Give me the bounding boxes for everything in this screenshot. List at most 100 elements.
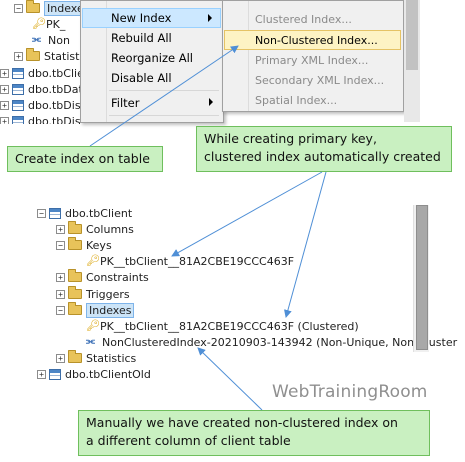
folder-icon — [26, 48, 40, 61]
key-icon: 🔑︎ — [86, 254, 100, 267]
menu-separator — [109, 115, 219, 116]
menu-item-reorganize-all[interactable]: Reorganize All — [83, 48, 221, 68]
expand-icon[interactable]: + — [14, 51, 23, 61]
tree-node-label: Columns — [86, 222, 134, 236]
folder-icon — [68, 286, 82, 299]
tree-node-columns[interactable]: + Columns — [56, 221, 134, 237]
tree-node-label: Statistics — [86, 351, 137, 365]
expand-icon[interactable]: + — [56, 289, 65, 299]
tree-node-label: Triggers — [86, 287, 130, 301]
menu-item-new-index[interactable]: New Index — [82, 8, 221, 28]
callout-text-line: While creating primary key, — [204, 131, 377, 146]
menu-item-label: Rebuild All — [111, 31, 172, 45]
tree-node-table[interactable]: + dbo.tbClie — [0, 65, 80, 81]
menu-item-rebuild-all[interactable]: Rebuild All — [83, 28, 221, 48]
tree-node-label: dbo.tbClient — [65, 206, 133, 220]
menu-item-label: Reorganize All — [111, 51, 193, 65]
collapse-icon[interactable]: − — [56, 240, 65, 250]
folder-icon — [68, 350, 82, 363]
callout-text-line: Manually we have created non-clustered i… — [86, 415, 398, 430]
index-icon: ⫘ — [32, 34, 41, 45]
scrollbar-thumb[interactable] — [406, 0, 418, 70]
menu-separator — [109, 90, 219, 91]
menu-item-label: Filter — [111, 96, 140, 110]
tree-node-constraints[interactable]: + Constraints — [56, 269, 149, 285]
tree-node-label: dbo.tbDisa — [28, 114, 80, 125]
expand-icon[interactable]: + — [0, 100, 9, 110]
folder-icon — [26, 0, 40, 13]
table-icon — [12, 83, 24, 95]
tree-node-label: Indexes — [86, 302, 135, 318]
menu-item-primary-xml-index[interactable]: Primary XML Index... — [225, 50, 401, 70]
tree-node-label: PK__tbClient__81A2CBE19CCC463F — [100, 254, 295, 268]
folder-icon — [68, 302, 82, 315]
table-icon — [49, 368, 61, 380]
tree-node-table[interactable]: + dbo.tbDisa — [0, 97, 80, 113]
index-icon: ⫘ — [86, 336, 95, 347]
collapse-icon[interactable]: − — [37, 208, 46, 218]
menu-item-label: Spatial Index... — [255, 93, 338, 107]
tree-node-pk[interactable]: 🔑︎ PK_ — [32, 16, 65, 32]
tree-node-table[interactable]: + dbo.tbDisa — [0, 113, 80, 124]
menu-item-secondary-xml-index[interactable]: Secondary XML Index... — [225, 70, 401, 90]
tree-node-nc-index[interactable]: ⫘ NonClusteredIndex-20210903-143942 (Non… — [86, 334, 457, 350]
expand-icon[interactable]: + — [56, 353, 65, 363]
object-explorer-top: − Indexes 🔑︎ PK_ ⫘ Non + Statisti + dbo.… — [0, 0, 80, 124]
expand-icon[interactable]: + — [0, 84, 9, 94]
collapse-icon[interactable]: − — [14, 3, 23, 13]
tree-node-triggers[interactable]: + Triggers — [56, 286, 130, 302]
tree-node-label: dbo.tbClie — [28, 66, 80, 80]
folder-icon — [68, 221, 82, 234]
tree-node-label: dbo.tbDate — [28, 82, 80, 96]
expand-icon[interactable]: + — [0, 68, 9, 78]
vertical-scrollbar[interactable] — [404, 0, 420, 122]
tree-node-label: Indexes — [44, 0, 80, 16]
expand-icon[interactable]: + — [56, 272, 65, 282]
expand-icon[interactable]: + — [37, 369, 46, 379]
callout-text-line: clustered index automatically created — [204, 149, 441, 164]
tree-node-label: NonClusteredIndex-20210903-143942 (Non-U… — [102, 335, 458, 349]
tree-node-nonclustered[interactable]: ⫘ Non — [32, 32, 70, 48]
callout-text: Create index on table — [15, 151, 150, 166]
tree-node-label: dbo.tbClientOld — [65, 367, 151, 381]
tree-node-label: Non — [48, 33, 70, 47]
key-icon: 🔑︎ — [86, 319, 100, 332]
tree-node-label: dbo.tbDisa — [28, 98, 80, 112]
tree-node-pk-index[interactable]: 🔑︎ PK__tbClient__81A2CBE19CCC463F (Clust… — [86, 318, 359, 334]
expand-icon[interactable]: + — [56, 224, 65, 234]
menu-item-disable-all[interactable]: Disable All — [83, 68, 221, 88]
scrollbar-thumb[interactable] — [416, 205, 428, 350]
menu-item-clustered-index[interactable]: Clustered Index... — [225, 9, 401, 29]
tree-node-label: Statisti — [44, 49, 80, 63]
menu-item-label: Non-Clustered Index... — [255, 33, 378, 47]
tree-node-table[interactable]: + dbo.tbDate — [0, 81, 80, 97]
expand-icon[interactable]: + — [0, 116, 9, 124]
table-icon — [12, 99, 24, 111]
menu-item-spatial-index[interactable]: Spatial Index... — [225, 90, 401, 110]
table-icon — [12, 67, 24, 79]
menu-item-non-clustered-index[interactable]: Non-Clustered Index... — [224, 30, 401, 50]
tree-node-pk-key[interactable]: 🔑︎ PK__tbClient__81A2CBE19CCC463F — [86, 253, 294, 269]
folder-icon — [68, 237, 82, 250]
menu-item-label: Primary XML Index... — [255, 53, 369, 67]
table-icon — [49, 207, 61, 219]
menu-item-filter[interactable]: Filter — [83, 93, 221, 113]
tree-node-table[interactable]: + dbo.tbClientOld — [37, 366, 151, 382]
tree-node-indexes[interactable]: − Indexes — [56, 302, 135, 318]
tree-node-statistics[interactable]: + Statisti — [14, 48, 80, 64]
collapse-icon[interactable]: − — [56, 305, 65, 315]
new-index-submenu: Clustered Index... Non-Clustered Index..… — [222, 0, 404, 112]
menu-item-label: Disable All — [111, 71, 172, 85]
tree-node-label: Constraints — [86, 270, 149, 284]
tree-node-keys[interactable]: − Keys — [56, 237, 112, 253]
tree-node-indexes[interactable]: − Indexes — [14, 0, 80, 16]
menu-item-label: Secondary XML Index... — [255, 73, 385, 87]
tree-node-table[interactable]: − dbo.tbClient — [37, 205, 132, 221]
callout-create-index: Create index on table — [7, 146, 163, 172]
tree-node-label: Keys — [86, 238, 112, 252]
object-explorer-bottom: − dbo.tbClient + Columns − Keys 🔑︎ PK__t… — [30, 204, 457, 382]
table-icon — [12, 115, 24, 124]
vertical-scrollbar[interactable] — [413, 205, 429, 352]
menu-item-label: Clustered Index... — [255, 12, 352, 26]
tree-node-statistics[interactable]: + Statistics — [56, 350, 136, 366]
